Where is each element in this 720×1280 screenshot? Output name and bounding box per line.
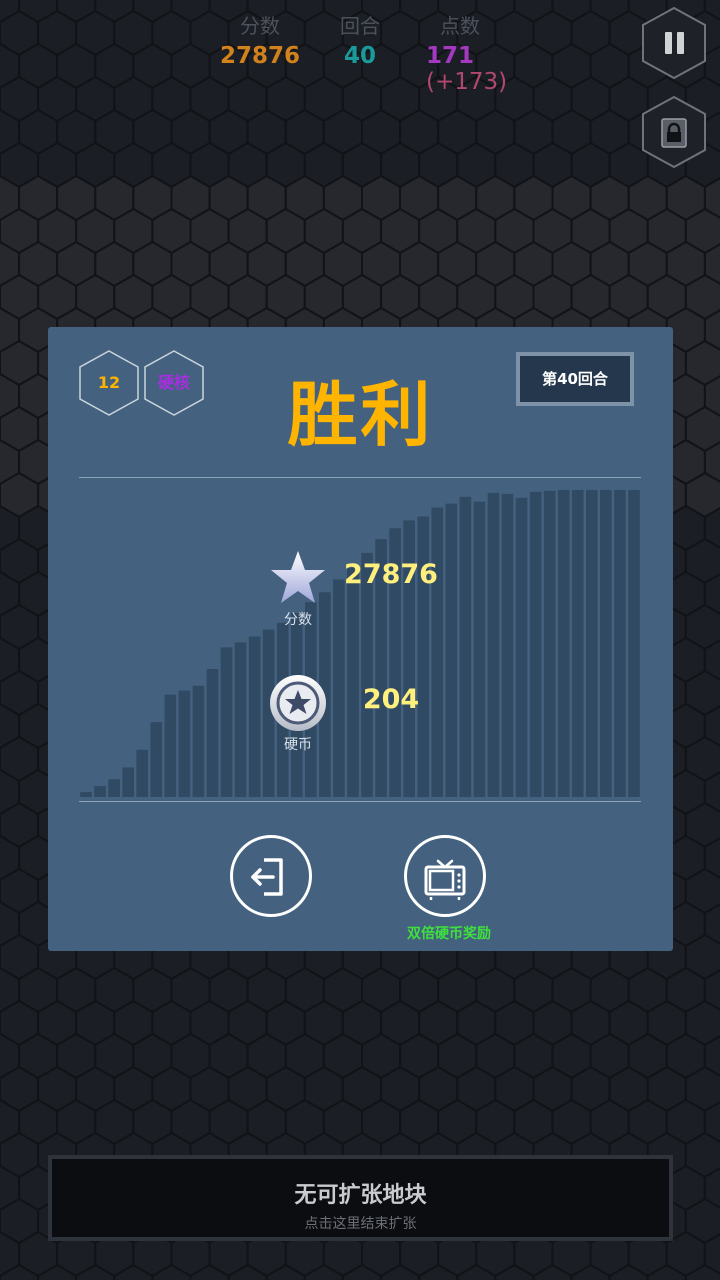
- exit-icon: [251, 858, 283, 896]
- points-label: 点数: [440, 14, 480, 38]
- round-badge: 第40回合: [516, 352, 634, 406]
- lock-icon: [642, 95, 706, 169]
- chart-bar: [347, 567, 359, 797]
- chart-bar: [487, 492, 500, 797]
- score-counter: 分数 27876: [205, 10, 315, 69]
- level-badge-value: 12: [97, 373, 121, 392]
- double-reward-label: 双倍硬币奖励: [407, 926, 491, 942]
- chart-bar: [94, 786, 106, 797]
- chart-bar: [515, 497, 528, 797]
- chart-bar: [108, 779, 120, 797]
- chart-bar: [150, 722, 163, 797]
- chart-bar: [600, 489, 612, 797]
- pause-button[interactable]: [641, 6, 707, 80]
- chart-bar: [459, 496, 472, 797]
- end-expansion-button[interactable]: 无可扩张地块 点击这里结束扩张: [48, 1155, 673, 1241]
- chart-bar: [557, 489, 570, 797]
- chart-bar: [473, 501, 486, 797]
- score-value: 27876: [219, 43, 301, 69]
- round-counter: 回合 40: [305, 10, 415, 69]
- chart-top-divider: [79, 477, 641, 478]
- points-value: 171: [426, 43, 475, 69]
- score-history-chart: [80, 489, 640, 797]
- double-reward-button[interactable]: [404, 835, 486, 917]
- score-label: 分数: [240, 14, 280, 38]
- round-value: 40: [343, 43, 376, 69]
- tv-icon: [424, 859, 466, 900]
- chart-bar: [164, 694, 177, 797]
- chart-bottom-divider: [79, 801, 641, 802]
- score-stat-label: 分数: [284, 612, 312, 628]
- exit-button[interactable]: [230, 835, 312, 917]
- chart-bar: [431, 507, 444, 797]
- chart-bar: [192, 685, 205, 797]
- chart-bar: [501, 493, 514, 797]
- difficulty-badge: 硬核: [143, 349, 205, 417]
- points-delta: (+173): [426, 69, 508, 95]
- lock-button[interactable]: [641, 95, 707, 169]
- victory-title: 胜利: [287, 374, 434, 456]
- chart-bar: [234, 642, 247, 797]
- chart-bar: [80, 792, 92, 797]
- chart-bar: [136, 749, 149, 797]
- coin-stat-label: 硬币: [284, 737, 312, 753]
- end-expansion-title: 无可扩张地块: [294, 1183, 427, 1208]
- star-icon: [271, 551, 325, 603]
- chart-bar: [585, 489, 598, 797]
- points-counter: 点数 171 (+173): [405, 10, 545, 95]
- chart-bar: [248, 636, 261, 797]
- victory-dialog: 12 硬核 胜利 第40回合 分数 27876 硬币 204 双倍硬币奖励: [48, 327, 673, 951]
- chart-bar: [178, 690, 191, 797]
- difficulty-badge-label: 硬核: [157, 373, 190, 392]
- coin-icon: [270, 675, 326, 731]
- chart-bar: [206, 669, 219, 797]
- chart-bar: [220, 647, 233, 797]
- chart-bar: [529, 491, 542, 797]
- chart-bar: [628, 489, 640, 797]
- score-stat-value: 27876: [344, 559, 438, 590]
- chart-bar: [122, 767, 134, 797]
- chart-bar: [543, 490, 556, 797]
- chart-bar: [445, 503, 458, 797]
- pause-icon: [642, 6, 706, 80]
- coin-stat-value: 204: [362, 684, 420, 715]
- chart-bar: [614, 489, 626, 797]
- end-expansion-subtitle: 点击这里结束扩张: [304, 1216, 417, 1232]
- level-badge: 12: [78, 349, 140, 417]
- chart-bar: [571, 489, 584, 797]
- round-label: 回合: [340, 14, 380, 38]
